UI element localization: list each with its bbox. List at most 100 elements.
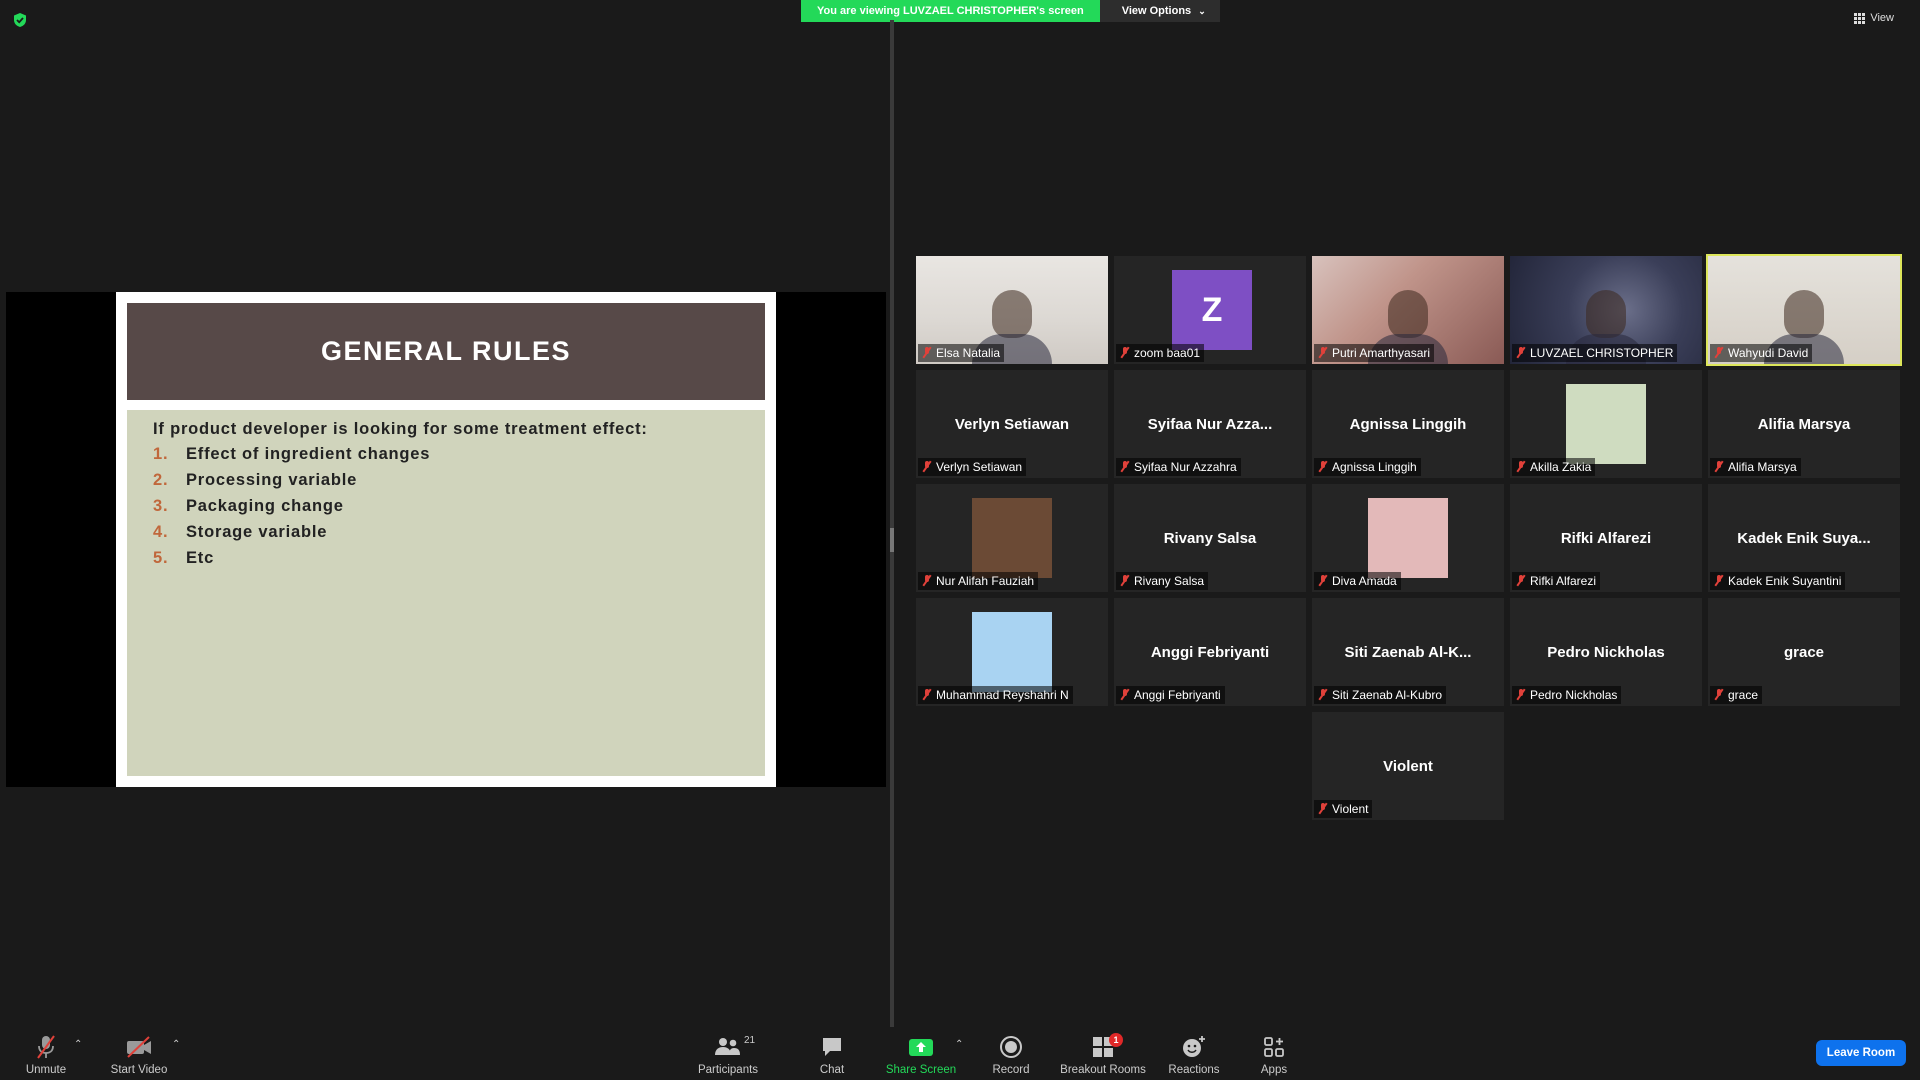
presentation-slide: GENERAL RULES If product developer is lo… — [116, 292, 776, 787]
view-options-button[interactable]: View Options ⌄ — [1099, 0, 1220, 22]
participant-name-text: Pedro Nickholas — [1530, 688, 1618, 702]
participant-video-person — [1388, 290, 1428, 338]
muted-mic-icon — [1516, 461, 1526, 472]
participant-tile[interactable]: LUVZAEL CHRISTOPHER — [1510, 256, 1702, 364]
participant-name-text: Elsa Natalia — [936, 346, 1001, 360]
share-options-caret[interactable]: ⌃ — [955, 1039, 963, 1050]
slide-list-text: Processing variable — [186, 471, 358, 489]
participant-profile-picture — [1368, 498, 1448, 578]
participant-name-label: Violent — [1314, 800, 1373, 818]
muted-mic-icon — [1714, 461, 1724, 472]
record-button[interactable]: Record — [988, 1027, 1034, 1080]
breakout-rooms-icon: 1 — [1089, 1033, 1123, 1061]
leave-room-button[interactable]: Leave Room — [1816, 1040, 1906, 1066]
participant-tile[interactable]: Syifaa Nur Azza... Syifaa Nur Azzahra — [1114, 370, 1306, 478]
start-video-button[interactable]: Start Video — [104, 1027, 174, 1080]
participant-tile[interactable]: Rivany Salsa Rivany Salsa — [1114, 484, 1306, 592]
participant-tile[interactable]: Wahyudi David — [1706, 254, 1902, 366]
participant-tile[interactable]: Alifia Marsya Alifia Marsya — [1708, 370, 1900, 478]
participant-tile[interactable]: Anggi Febriyanti Anggi Febriyanti — [1114, 598, 1306, 706]
participant-name-label: Nur Alifah Fauziah — [918, 572, 1039, 590]
muted-microphone-icon — [32, 1033, 60, 1061]
participant-tile[interactable]: Diva Amada — [1312, 484, 1504, 592]
apps-button[interactable]: Apps — [1254, 1027, 1294, 1080]
meeting-toolbar: Unmute ⌃ Start Video ⌃ 21 Participants C… — [0, 1027, 1920, 1080]
participant-name-label: Syifaa Nur Azzahra — [1116, 458, 1241, 476]
participant-tile[interactable]: Verlyn Setiawan Verlyn Setiawan — [916, 370, 1108, 478]
participant-tile[interactable]: Akilla Zakia — [1510, 370, 1702, 478]
muted-mic-icon — [1318, 347, 1328, 358]
participant-tile[interactable]: Siti Zaenab Al-K... Siti Zaenab Al-Kubro — [1312, 598, 1504, 706]
encryption-shield-icon[interactable] — [12, 12, 28, 28]
participant-tile[interactable]: Kadek Enik Suya... Kadek Enik Suyantini — [1708, 484, 1900, 592]
slide-list-item: 5. Etc — [153, 549, 739, 568]
participant-name-text: Rifki Alfarezi — [1530, 574, 1597, 588]
video-options-caret[interactable]: ⌃ — [172, 1039, 180, 1050]
smiley-add-icon — [1180, 1033, 1208, 1061]
participant-tile[interactable]: Nur Alifah Fauziah — [916, 484, 1108, 592]
participant-tile[interactable]: Violent Violent — [1312, 712, 1504, 820]
muted-mic-icon — [922, 347, 932, 358]
muted-mic-icon — [1120, 347, 1130, 358]
slide-list-number: 5. — [153, 549, 169, 567]
slide-list-number: 2. — [153, 471, 169, 489]
share-screen-icon — [907, 1033, 935, 1061]
participant-name-label: Rifki Alfarezi — [1512, 572, 1601, 590]
participant-tile[interactable]: Agnissa Linggih Agnissa Linggih — [1312, 370, 1504, 478]
apps-icon — [1260, 1033, 1288, 1061]
participant-tile[interactable]: Putri Amarthyasari — [1312, 256, 1504, 364]
participant-tile[interactable]: grace grace — [1708, 598, 1900, 706]
muted-mic-icon — [1318, 461, 1328, 472]
muted-mic-icon — [922, 575, 932, 586]
reactions-button[interactable]: Reactions — [1164, 1027, 1224, 1080]
participant-name-label: zoom baa01 — [1116, 344, 1205, 362]
participants-button[interactable]: 21 Participants — [692, 1027, 764, 1080]
participant-name-label: Anggi Febriyanti — [1116, 686, 1225, 704]
participant-name-label: Pedro Nickholas — [1512, 686, 1622, 704]
muted-mic-icon — [1318, 689, 1328, 700]
participant-name-text: Verlyn Setiawan — [936, 460, 1023, 474]
participant-name-label: Elsa Natalia — [918, 344, 1005, 362]
participant-name-text: Siti Zaenab Al-Kubro — [1332, 688, 1443, 702]
muted-mic-icon — [1516, 347, 1526, 358]
participant-name-label: Siti Zaenab Al-Kubro — [1314, 686, 1447, 704]
participant-tile[interactable]: Pedro Nickholas Pedro Nickholas — [1510, 598, 1702, 706]
participant-name-text: Anggi Febriyanti — [1134, 688, 1221, 702]
shared-screen: GENERAL RULES If product developer is lo… — [6, 292, 886, 787]
split-view-divider[interactable] — [890, 20, 894, 1027]
audio-options-caret[interactable]: ⌃ — [74, 1039, 82, 1050]
apps-label: Apps — [1260, 1064, 1288, 1076]
unmute-label: Unmute — [25, 1064, 67, 1076]
participant-name-label: grace — [1710, 686, 1763, 704]
slide-list-text: Storage variable — [186, 523, 328, 541]
unmute-button[interactable]: Unmute — [16, 1027, 76, 1080]
view-options-label: View Options — [1121, 5, 1192, 17]
share-screen-button[interactable]: Share Screen — [882, 1027, 960, 1080]
participant-tile[interactable]: Zzoom baa01 — [1114, 256, 1306, 364]
participant-name-label: Agnissa Linggih — [1314, 458, 1421, 476]
participant-name-label: Diva Amada — [1314, 572, 1401, 590]
start-video-label: Start Video — [110, 1064, 168, 1076]
chat-button[interactable]: Chat — [812, 1027, 852, 1080]
muted-mic-icon — [1120, 461, 1130, 472]
participants-count: 21 — [744, 1035, 756, 1046]
view-layout-button[interactable]: View — [1854, 12, 1894, 24]
muted-mic-icon — [1714, 575, 1724, 586]
participant-name-label: Wahyudi David — [1710, 344, 1813, 362]
participant-name-text: zoom baa01 — [1134, 346, 1201, 360]
slide-list-text: Packaging change — [186, 497, 344, 515]
muted-mic-icon — [1318, 803, 1328, 814]
participant-name-text: Akilla Zakia — [1530, 460, 1592, 474]
participant-name-text: grace — [1728, 688, 1759, 702]
breakout-rooms-label: Breakout Rooms — [1060, 1064, 1146, 1076]
slide-list-text: Effect of ingredient changes — [186, 445, 431, 463]
participant-name-text: Kadek Enik Suyantini — [1728, 574, 1842, 588]
chat-bubble-icon — [818, 1033, 846, 1061]
breakout-rooms-button[interactable]: 1 Breakout Rooms — [1058, 1027, 1148, 1080]
participant-tile[interactable]: Muhammad Reyshahri N — [916, 598, 1108, 706]
participant-tile[interactable]: Elsa Natalia — [916, 256, 1108, 364]
participant-video-person — [992, 290, 1032, 338]
participant-tile[interactable]: Rifki Alfarezi Rifki Alfarezi — [1510, 484, 1702, 592]
divider-drag-handle[interactable] — [890, 528, 894, 552]
participant-name-text: Diva Amada — [1332, 574, 1397, 588]
